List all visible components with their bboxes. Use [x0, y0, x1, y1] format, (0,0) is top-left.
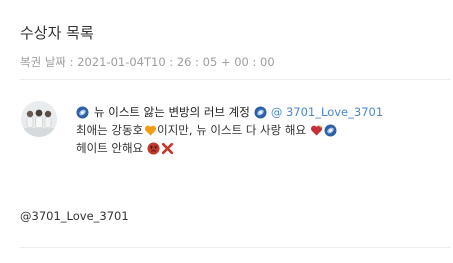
- group-photo-icon: [21, 101, 57, 137]
- bio-text-part-1: 최애는 강동호: [76, 123, 144, 137]
- footer-divider: [20, 247, 451, 248]
- winner-name-line: 뉴 이스트 앓는 변방의 러브 계정 @ 3701_Love_3701: [76, 103, 383, 121]
- orange-heart-icon: [144, 124, 157, 137]
- sparkling-red-heart-icon: [310, 124, 323, 137]
- red-cross-mark-icon: [161, 142, 174, 155]
- winner-handle-link[interactable]: @ 3701_Love_3701: [271, 103, 383, 121]
- bio-text-part-2: 이지만, 뉴 이스트 다 사랑 해요: [157, 123, 307, 137]
- winner-display-name: 뉴 이스트 앓는 변방의 러브 계정: [94, 105, 250, 119]
- bio-text-part-3: 헤이트 안해요: [76, 141, 144, 155]
- footer-handle: @3701_Love_3701: [20, 209, 129, 223]
- header-divider: [20, 79, 451, 80]
- restored-date: 복권 날짜 : 2021-01-04T10 : 26 : 05 + 00 : 0…: [20, 55, 275, 69]
- winner-bio-line-1: 최애는 강동호 이지만, 뉴 이스트 다 사랑 해요: [76, 121, 383, 139]
- blue-sapphire-badge-icon: [324, 124, 337, 137]
- blue-sapphire-badge-icon: [76, 106, 89, 119]
- winner-entry: 뉴 이스트 앓는 변방의 러브 계정 @ 3701_Love_3701 최애는 …: [76, 103, 383, 157]
- page-title: 수상자 목록: [20, 24, 94, 42]
- winner-bio-line-2: 헤이트 안해요: [76, 139, 383, 157]
- angry-face-icon: [147, 142, 160, 155]
- avatar[interactable]: [21, 101, 57, 137]
- blue-sapphire-badge-icon: [254, 106, 267, 119]
